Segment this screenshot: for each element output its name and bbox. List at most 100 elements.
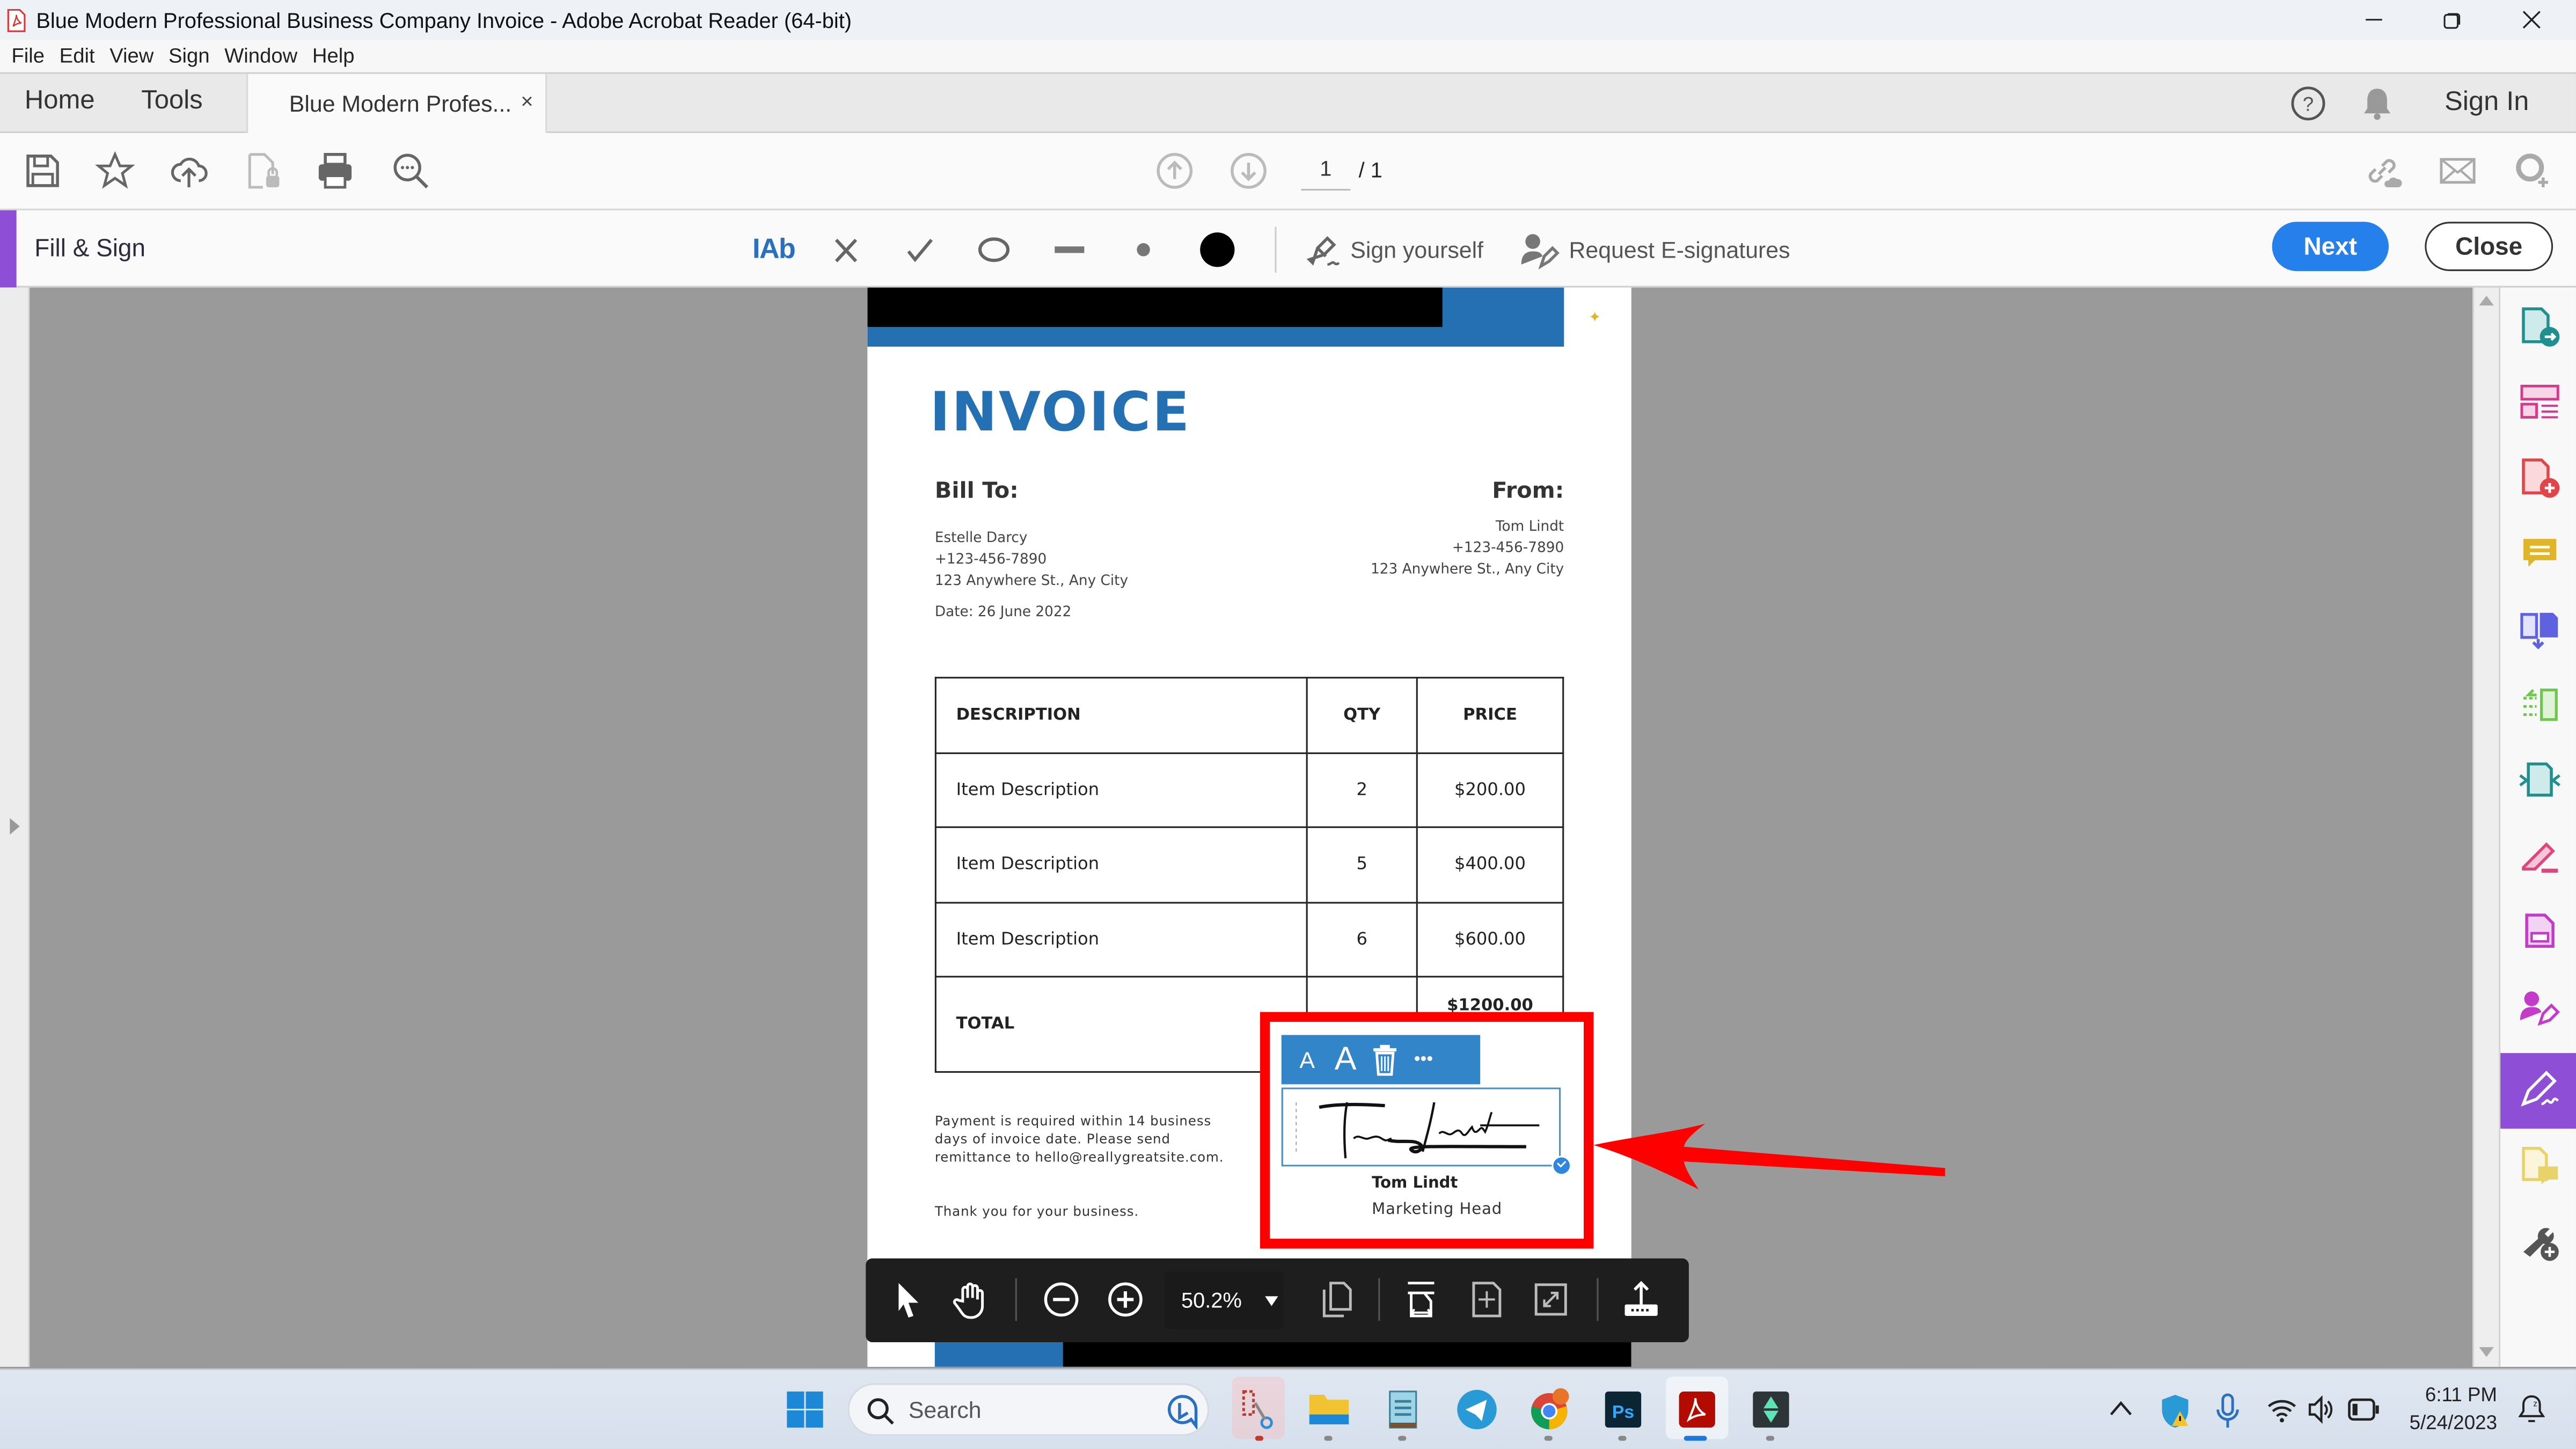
zoom-in-icon[interactable] <box>1106 1280 1145 1319</box>
tool-organize-pages[interactable] <box>2500 365 2576 441</box>
previous-page-icon[interactable] <box>1155 151 1194 191</box>
fit-width-icon[interactable] <box>1401 1280 1440 1319</box>
security-warning-icon[interactable] <box>2158 1393 2191 1429</box>
microphone-icon[interactable] <box>2216 1393 2240 1429</box>
menu-window[interactable]: Window <box>224 45 297 68</box>
thanks-note: Thank you for your business. <box>934 1204 1139 1219</box>
filmora-icon[interactable] <box>1748 1387 1794 1433</box>
full-screen-icon[interactable] <box>1531 1280 1570 1319</box>
tool-send-for-comments[interactable] <box>2500 1129 2576 1204</box>
scroll-down-icon[interactable] <box>2479 1347 2494 1357</box>
tab-bar: Home Tools Blue Modern Profes... × ? Sig… <box>0 72 2576 135</box>
more-tools-icon <box>2522 1228 2558 1261</box>
left-panel-toggle-strip[interactable] <box>0 287 30 1367</box>
request-esignatures-button[interactable]: Request E-signatures <box>1520 230 1790 270</box>
menu-view[interactable]: View <box>109 45 153 68</box>
sign-yourself-button[interactable]: Sign yourself <box>1305 230 1483 269</box>
table-row: Item Description 2 $200.00 <box>934 751 1564 828</box>
notifications-snooze-icon[interactable]: z <box>2518 1392 2545 1424</box>
page-view-icon[interactable] <box>1316 1280 1355 1319</box>
email-icon[interactable] <box>2438 151 2477 191</box>
clock[interactable]: 6:11 PM 5/24/2023 <box>2385 1381 2497 1437</box>
vertical-scrollbar[interactable] <box>2472 287 2499 1367</box>
main-toolbar: 1 / 1 <box>0 133 2576 210</box>
show-hidden-icons-icon[interactable] <box>2110 1400 2133 1416</box>
page-number-input[interactable]: 1 <box>1301 156 1351 191</box>
snipping-tool-icon[interactable] <box>1235 1387 1282 1433</box>
check-mark-tool-icon[interactable] <box>904 230 936 269</box>
scroll-up-icon[interactable] <box>2479 296 2494 306</box>
notification-bell-icon[interactable] <box>2361 85 2394 121</box>
share-link-icon[interactable] <box>2362 151 2402 191</box>
tab-tools[interactable]: Tools <box>141 87 202 116</box>
start-icon[interactable] <box>782 1387 828 1433</box>
zoom-out-icon[interactable] <box>1042 1280 1081 1319</box>
tool-fill-and-sign[interactable] <box>2500 1053 2576 1129</box>
help-icon[interactable]: ? <box>2290 85 2326 121</box>
fit-page-icon[interactable] <box>1467 1280 1506 1319</box>
tool-combine-files[interactable] <box>2500 591 2576 667</box>
tool-protect[interactable] <box>2500 894 2576 969</box>
chrome-icon[interactable] <box>1526 1387 1572 1433</box>
document-tab-label: Blue Modern Profes... <box>289 90 512 117</box>
dot-tool-icon[interactable] <box>1130 230 1157 269</box>
circle-tool-icon[interactable] <box>976 230 1012 269</box>
battery-icon[interactable] <box>2347 1398 2380 1421</box>
tool-export-pdf[interactable] <box>2500 289 2576 365</box>
row-price: $600.00 <box>1416 901 1564 978</box>
volume-icon[interactable] <box>2307 1395 2336 1424</box>
wifi-icon[interactable] <box>2267 1396 2296 1423</box>
tool-compress-pdf[interactable] <box>2500 743 2576 818</box>
color-picker-icon[interactable] <box>1196 230 1239 269</box>
search-placeholder: Search <box>908 1396 982 1423</box>
sign-in-link[interactable]: Sign In <box>2445 87 2529 118</box>
hand-icon[interactable] <box>951 1280 990 1319</box>
tab-document[interactable]: Blue Modern Profes... × <box>246 74 547 135</box>
upload-cloud-icon[interactable] <box>169 151 208 191</box>
next-page-icon[interactable] <box>1229 151 1268 191</box>
tool-request-signatures[interactable] <box>2500 969 2576 1045</box>
telegram-icon[interactable] <box>1454 1387 1500 1433</box>
bookmark-star-icon[interactable] <box>95 151 135 191</box>
tool-more-tools[interactable] <box>2500 1204 2576 1280</box>
bill-to-phone: +123-456-7890 <box>934 552 1047 569</box>
line-tool-icon[interactable] <box>1051 230 1087 269</box>
taskbar-search-box[interactable]: Search <box>847 1383 1210 1436</box>
notepad-icon[interactable] <box>1380 1387 1426 1433</box>
menu-file[interactable]: File <box>11 45 45 68</box>
menu-sign[interactable]: Sign <box>169 45 210 68</box>
close-window-button[interactable] <box>2494 0 2570 39</box>
zoom-level-dropdown[interactable]: 50.2% <box>1165 1271 1283 1329</box>
tool-comment[interactable] <box>2500 516 2576 591</box>
tab-home[interactable]: Home <box>25 87 95 116</box>
menu-help[interactable]: Help <box>312 45 355 68</box>
photoshop-icon[interactable]: Ps <box>1600 1387 1646 1433</box>
file-explorer-icon[interactable] <box>1306 1387 1352 1433</box>
minimize-button[interactable] <box>2336 0 2412 39</box>
next-button[interactable]: Next <box>2272 222 2389 272</box>
tool-scan-ocr[interactable] <box>2500 667 2576 743</box>
expand-left-panel-icon[interactable] <box>8 816 21 836</box>
row-description: Item Description <box>934 826 1308 903</box>
close-tab-icon[interactable]: × <box>521 89 533 113</box>
restore-button[interactable] <box>2415 0 2491 39</box>
tool-edit-pdf[interactable] <box>2500 818 2576 894</box>
print-icon[interactable] <box>316 151 355 191</box>
share-upload-icon[interactable] <box>1621 1280 1660 1319</box>
select-arrow-icon[interactable] <box>889 1280 928 1319</box>
add-text-tool[interactable]: IAb <box>752 230 796 269</box>
invoice-title: INVOICE <box>930 379 1191 444</box>
add-user-icon[interactable] <box>2512 151 2551 191</box>
fill-sign-toolbar: Fill & Sign IAb Sign yourself Request E-… <box>0 210 2576 288</box>
tool-create-pdf[interactable] <box>2500 440 2576 516</box>
bing-icon <box>1167 1395 1198 1430</box>
menu-edit[interactable]: Edit <box>60 45 95 68</box>
row-description: Item Description <box>934 751 1308 828</box>
acrobat-reader-taskbar-icon[interactable] <box>1674 1387 1720 1433</box>
find-icon[interactable] <box>391 151 430 191</box>
scan-ocr-icon <box>2522 689 2557 721</box>
cross-mark-tool-icon[interactable] <box>831 230 861 269</box>
protect-file-icon[interactable] <box>243 151 282 191</box>
save-icon[interactable] <box>23 151 62 191</box>
close-fill-sign-button[interactable]: Close <box>2425 222 2553 272</box>
